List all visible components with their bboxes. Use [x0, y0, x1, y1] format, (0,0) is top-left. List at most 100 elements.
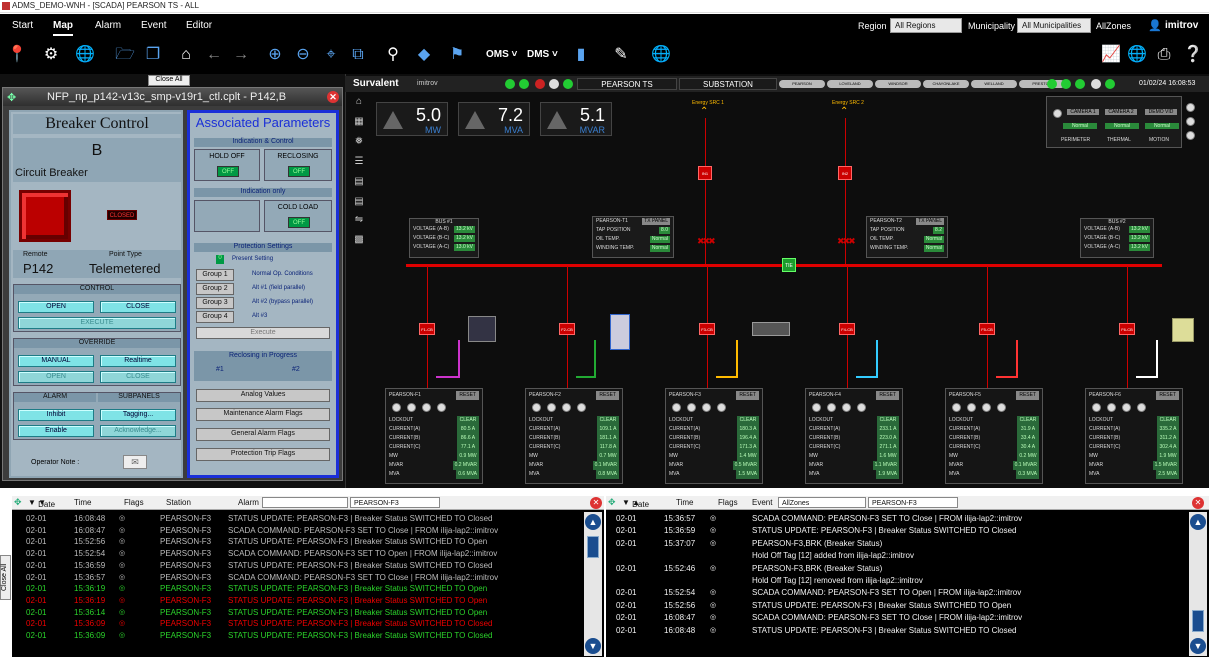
scada-status-dot-4[interactable] — [1091, 79, 1101, 89]
alarm-row[interactable]: 02-01 15:36:19 ◎ PEARSON-F3 STATUS UPDATE: P… — [12, 596, 580, 607]
feeder-dial-icon[interactable] — [1122, 403, 1131, 412]
breaker-f4[interactable]: F4-CB — [839, 323, 855, 335]
feeder-dial-icon[interactable] — [422, 403, 431, 412]
feeder-dial-icon[interactable] — [967, 403, 976, 412]
nav-welland[interactable]: WELLAND — [971, 80, 1017, 88]
event-date-header[interactable]: ▼ Date ▲ — [622, 498, 649, 509]
side-dial-3[interactable] — [1186, 131, 1195, 140]
breaker-in1[interactable]: IN1 — [698, 166, 712, 180]
alarm-row[interactable]: 02-01 15:36:09 ◎ PEARSON-F3 STATUS UPDATE: P… — [12, 631, 580, 642]
status-white-dot[interactable] — [549, 79, 559, 89]
status-green-dot-3[interactable] — [563, 79, 573, 89]
pen-icon[interactable]: ✎ — [610, 44, 632, 66]
camera-icon[interactable]: ▮ — [570, 44, 592, 66]
scada-status-dot-3[interactable] — [1075, 79, 1085, 89]
menu-editor[interactable]: Editor — [186, 20, 212, 31]
alarm-row[interactable]: 02-01 15:36:57 ◎ PEARSON-F3 SCADA COMMAND: P… — [12, 573, 580, 584]
feeder-dial-icon[interactable] — [672, 403, 681, 412]
alarm-row[interactable]: 02-01 15:52:56 ◎ PEARSON-F3 STATUS UPDATE: P… — [12, 537, 580, 548]
move-icon[interactable]: ✥ — [608, 497, 616, 508]
camera-3-label[interactable]: DEMO VID — [1145, 109, 1177, 115]
close-all-button[interactable]: Close All — [148, 75, 190, 86]
feeder-dial-icon[interactable] — [1092, 403, 1101, 412]
event-row[interactable]: Hold Off Tag [12] removed from ilija-lap… — [606, 576, 1184, 587]
acknowledge-button[interactable]: Acknowledge... — [100, 425, 176, 437]
alarm-alarm-header[interactable]: Alarm — [238, 498, 259, 507]
folder-icon[interactable]: 🗁 — [114, 44, 136, 66]
layers-icon[interactable]: ◆ — [413, 44, 435, 66]
menu-start[interactable]: Start — [12, 20, 33, 31]
feeder-dial-icon[interactable] — [1137, 403, 1146, 412]
meter-device-image[interactable] — [610, 314, 630, 350]
event-row[interactable]: 02-01 15:52:46 ◎ PEARSON-F3,BRK (Breaker St… — [606, 564, 1184, 575]
event-row[interactable]: 02-01 15:36:59 ◎ STATUS UPDATE: PEARSON-F3 … — [606, 526, 1184, 537]
nav-pearson[interactable]: PEARSON — [779, 80, 825, 88]
region-select[interactable]: All Regions — [890, 18, 962, 33]
open-button[interactable]: OPEN — [18, 301, 94, 313]
tie-breaker[interactable]: TIE — [782, 258, 796, 272]
status-green-dot[interactable] — [505, 79, 515, 89]
scada-status-dot-5[interactable] — [1105, 79, 1115, 89]
gear-icon[interactable]: ⚙ — [40, 44, 62, 66]
override-open-button[interactable]: OPEN — [18, 371, 94, 383]
municipality-select[interactable]: All Municipalities — [1017, 18, 1091, 33]
breaker-in2[interactable]: IN2 — [838, 166, 852, 180]
back-arrow-icon[interactable]: ← — [203, 44, 225, 66]
override-close-button[interactable]: CLOSE — [100, 371, 176, 383]
feeder-dial-icon[interactable] — [577, 403, 586, 412]
group-4-button[interactable]: Group 4 — [196, 311, 234, 323]
breaker-f3[interactable]: F3-CB — [699, 323, 715, 335]
manual-button[interactable]: MANUAL — [18, 355, 94, 367]
feeder-dial-icon[interactable] — [687, 403, 696, 412]
reset-button[interactable]: RESET — [876, 391, 899, 400]
chart-icon[interactable]: 📈 — [1100, 44, 1122, 66]
windows-icon[interactable]: ❐ — [142, 44, 164, 66]
nav-preston[interactable]: PRESTON — [1019, 80, 1065, 88]
realtime-button[interactable]: Realtime — [100, 355, 176, 367]
maintenance-alarm-flags-button[interactable]: Maintenance Alarm Flags — [196, 408, 330, 421]
alarm-row[interactable]: 02-01 15:52:54 ◎ PEARSON-F3 SCADA COMMAND: P… — [12, 549, 580, 560]
feeder-dial-icon[interactable] — [702, 403, 711, 412]
feeder-dial-icon[interactable] — [952, 403, 961, 412]
status-green-dot-2[interactable] — [519, 79, 529, 89]
globe-icon[interactable]: 🌐 — [1126, 44, 1148, 66]
reset-button[interactable]: RESET — [736, 391, 759, 400]
reset-button[interactable]: RESET — [1016, 391, 1039, 400]
menu-map[interactable]: Map — [53, 20, 73, 36]
scroll-down-icon[interactable]: ▼ — [585, 638, 601, 654]
camera-dial-icon[interactable] — [1053, 109, 1062, 118]
crop-icon[interactable]: ⌖ — [320, 44, 342, 66]
scroll-thumb[interactable] — [1192, 610, 1204, 632]
scroll-down-icon[interactable]: ▼ — [1190, 638, 1206, 654]
event-zone-filter[interactable]: AllZones — [778, 497, 866, 508]
hold-off-lamp[interactable]: OFF — [217, 166, 239, 177]
breaker-f5[interactable]: F5-CB — [979, 323, 995, 335]
t1-panel-button[interactable]: TX PANEL — [642, 218, 670, 225]
close-icon[interactable]: ✕ — [1192, 497, 1204, 509]
fit-screen-icon[interactable]: ⧉ — [347, 44, 369, 66]
status-red-dot[interactable] — [535, 79, 545, 89]
alarm-row[interactable]: 02-01 16:08:47 ◎ PEARSON-F3 SCADA COMMAND: P… — [12, 526, 580, 537]
alarm-station-filter[interactable]: PEARSON-F3 — [350, 497, 440, 508]
switchgear-device-image[interactable] — [752, 322, 790, 336]
zoom-out-icon[interactable]: ⊖ — [292, 44, 314, 66]
scada-grid-icon[interactable]: ▦ — [352, 116, 366, 130]
event-station-filter[interactable]: PEARSON-F3 — [868, 497, 958, 508]
feeder-dial-icon[interactable] — [812, 403, 821, 412]
event-row[interactable]: 02-01 16:08:47 ◎ SCADA COMMAND: PEARSON-F3 … — [606, 613, 1184, 624]
feeder-dial-icon[interactable] — [982, 403, 991, 412]
feeder-dial-icon[interactable] — [392, 403, 401, 412]
side-dial-1[interactable] — [1186, 103, 1195, 112]
group-2-button[interactable]: Group 2 — [196, 283, 234, 295]
alarm-row[interactable]: 02-01 15:36:09 ◎ PEARSON-F3 STATUS UPDATE: P… — [12, 619, 580, 630]
alarm-date-header[interactable]: ▼ Date ▼ — [28, 498, 55, 509]
alarm-row[interactable]: 02-01 15:36:59 ◎ PEARSON-F3 STATUS UPDATE: P… — [12, 561, 580, 572]
general-alarm-flags-button[interactable]: General Alarm Flags — [196, 428, 330, 441]
print-icon[interactable]: ⎙ — [1153, 44, 1175, 66]
reset-button[interactable]: RESET — [1156, 391, 1179, 400]
breaker-symbol[interactable] — [19, 190, 71, 242]
move-icon[interactable]: ✥ — [7, 91, 16, 104]
breaker-f2[interactable]: F2-CB — [559, 323, 575, 335]
enable-button[interactable]: Enable — [18, 425, 94, 437]
tagging-button[interactable]: Tagging... — [100, 409, 176, 421]
